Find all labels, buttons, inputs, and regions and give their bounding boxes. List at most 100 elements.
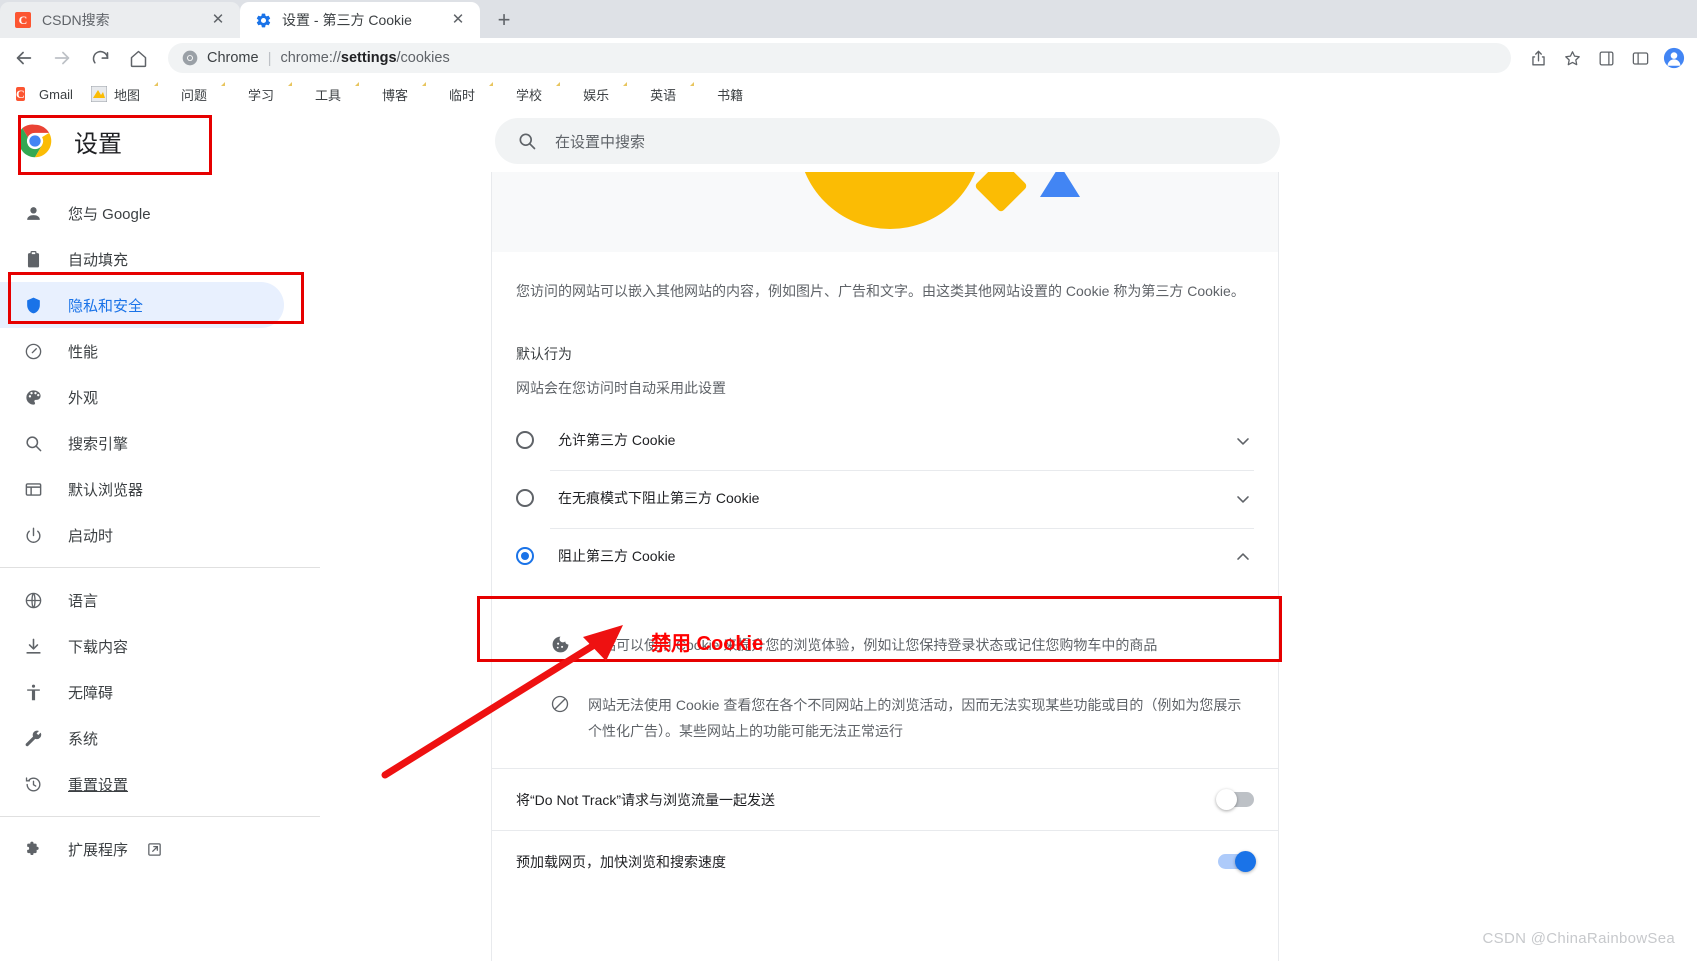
folder-icon [359, 86, 375, 102]
settings-brand[interactable]: 设置 [0, 124, 320, 159]
page-title: 设置 [74, 130, 122, 158]
radio-label: 允许第三方 Cookie [558, 432, 676, 448]
back-icon[interactable] [8, 42, 40, 74]
bookmark-folder-gongju[interactable]: 工具 [284, 82, 349, 107]
toggle-label: 将“Do Not Track”请求与浏览流量一起发送 [516, 791, 776, 808]
bookmark-label: 地图 [113, 87, 140, 103]
new-tab-button[interactable]: + [488, 4, 520, 36]
bookmark-label: 书籍 [717, 87, 744, 103]
sidebar-item-label: 您与 Google [68, 205, 151, 223]
radio-label: 阻止第三方 Cookie [558, 548, 676, 564]
folder-icon [158, 86, 174, 102]
sidebar-item-default-browser[interactable]: 默认浏览器 [0, 466, 284, 512]
sidebar-item-label: 系统 [68, 730, 99, 748]
sidebar-item-autofill[interactable]: 自动填充 [0, 236, 284, 282]
bookmark-folder-xuexi[interactable]: 学习 [217, 82, 282, 107]
default-behavior-subtitle: 网站会在您访问时自动采用此设置 [516, 380, 726, 396]
toggle-switch[interactable] [1216, 789, 1254, 810]
bookmark-folder-yingyu[interactable]: 英语 [619, 82, 684, 107]
home-icon[interactable] [122, 42, 154, 74]
browser-toolbar: Chrome | chrome://settings/cookies [0, 38, 1697, 78]
profile-avatar[interactable] [1659, 43, 1689, 73]
sidebar-item-on-startup[interactable]: 启动时 [0, 512, 284, 558]
cookies-description: 您访问的网站可以嵌入其他网站的内容，例如图片、广告和文字。由这类其他网站设置的 … [516, 283, 1245, 299]
bookmark-folder-boke[interactable]: 博客 [351, 82, 416, 107]
folder-icon [627, 86, 643, 102]
sidebar-item-label: 下载内容 [68, 638, 129, 656]
bookmark-star-icon[interactable] [1557, 43, 1587, 73]
bookmark-maps[interactable]: 地图 [83, 82, 148, 107]
folder-icon [493, 86, 509, 102]
search-container: 在设置中搜索 [320, 118, 1697, 164]
sidebar-item-extensions[interactable]: 扩展程序 [0, 826, 284, 872]
palette-icon [22, 386, 44, 408]
settings-header: 设置 在设置中搜索 [0, 110, 1697, 172]
sidebar-item-system[interactable]: 系统 [0, 715, 284, 761]
power-icon [22, 524, 44, 546]
address-bar[interactable]: Chrome | chrome://settings/cookies [168, 43, 1511, 73]
search-input[interactable]: 在设置中搜索 [495, 118, 1280, 164]
browser-window-icon [22, 478, 44, 500]
close-icon[interactable]: ✕ [208, 10, 228, 30]
bookmark-label: 问题 [180, 87, 207, 103]
radio-block-in-incognito[interactable]: 在无痕模式下阻止第三方 Cookie [492, 470, 1278, 528]
sidebar-item-accessibility[interactable]: 无障碍 [0, 669, 284, 715]
radio-label: 在无痕模式下阻止第三方 Cookie [558, 490, 760, 506]
bookmark-folder-shuji[interactable]: 书籍 [686, 82, 751, 107]
bookmark-label: 工具 [315, 87, 342, 103]
radio-button[interactable] [516, 431, 534, 449]
chrome-logo-icon [18, 124, 52, 158]
folder-icon [694, 86, 710, 102]
sidebar-item-label: 重置设置 [68, 776, 129, 794]
chevron-up-icon[interactable] [1232, 546, 1254, 568]
chevron-down-icon[interactable] [1232, 488, 1254, 510]
bookmark-folder-xuexiao[interactable]: 学校 [485, 82, 550, 107]
sidebar-item-downloads[interactable]: 下载内容 [0, 623, 284, 669]
bookmark-gmail[interactable]: C Gmail [8, 83, 81, 105]
sidebar-item-languages[interactable]: 语言 [0, 577, 284, 623]
forward-icon[interactable] [46, 42, 78, 74]
sidebar-item-label: 搜索引擎 [68, 435, 129, 453]
close-icon[interactable]: ✕ [448, 10, 468, 30]
settings-page: 设置 在设置中搜索 您与 Google 自动填充 隐私和安全 性能 外观 搜索引… [0, 110, 1697, 961]
reload-icon[interactable] [84, 42, 116, 74]
tab-strip: C CSDN搜索 ✕ 设置 - 第三方 Cookie ✕ + [0, 0, 1697, 38]
sidebar-item-label: 隐私和安全 [68, 297, 144, 315]
radio-button[interactable] [516, 489, 534, 507]
sidebar-item-label: 性能 [68, 343, 99, 361]
sidebar-item-privacy-and-security[interactable]: 隐私和安全 [0, 282, 284, 328]
browser-window: C CSDN搜索 ✕ 设置 - 第三方 Cookie ✕ + Chrome | … [0, 0, 1697, 961]
chevron-down-icon[interactable] [1232, 430, 1254, 452]
sidebar-item-performance[interactable]: 性能 [0, 328, 284, 374]
sidebar-item-label: 启动时 [68, 527, 114, 545]
reading-list-icon[interactable] [1591, 43, 1621, 73]
bookmark-label: 学习 [247, 87, 274, 103]
toggle-preload-pages[interactable]: 预加载网页，加快浏览和搜索速度 [492, 830, 1278, 892]
toggle-switch[interactable] [1218, 851, 1256, 872]
sidebar-item-appearance[interactable]: 外观 [0, 374, 284, 420]
csdn-icon: C [14, 11, 32, 29]
side-panel-icon[interactable] [1625, 43, 1655, 73]
history-icon [22, 773, 44, 795]
bookmark-folder-wenti[interactable]: 问题 [150, 82, 215, 107]
sidebar-item-label: 默认浏览器 [68, 481, 144, 499]
tab-csdn[interactable]: C CSDN搜索 ✕ [0, 2, 240, 38]
search-icon [22, 432, 44, 454]
radio-block-third-party-cookies[interactable]: 阻止第三方 Cookie [492, 528, 1278, 584]
tab-settings[interactable]: 设置 - 第三方 Cookie ✕ [240, 2, 480, 38]
toggle-do-not-track[interactable]: 将“Do Not Track”请求与浏览流量一起发送 [492, 768, 1278, 830]
folder-icon [292, 86, 308, 102]
radio-button[interactable] [516, 547, 534, 565]
share-icon[interactable] [1523, 43, 1553, 73]
radio-allow-third-party-cookies[interactable]: 允许第三方 Cookie [492, 412, 1278, 470]
toggle-label: 预加载网页，加快浏览和搜索速度 [516, 853, 726, 870]
toolbar-actions [1519, 43, 1689, 73]
sidebar-item-reset-settings[interactable]: 重置设置 [0, 761, 284, 807]
cookies-illustration [492, 172, 1278, 252]
sidebar-item-label: 扩展程序 [68, 841, 129, 859]
bookmark-folder-linshi[interactable]: 临时 [418, 82, 483, 107]
bookmark-folder-yule[interactable]: 娱乐 [552, 82, 617, 107]
folder-icon [225, 86, 241, 102]
sidebar-item-you-and-google[interactable]: 您与 Google [0, 190, 284, 236]
sidebar-item-search-engine[interactable]: 搜索引擎 [0, 420, 284, 466]
